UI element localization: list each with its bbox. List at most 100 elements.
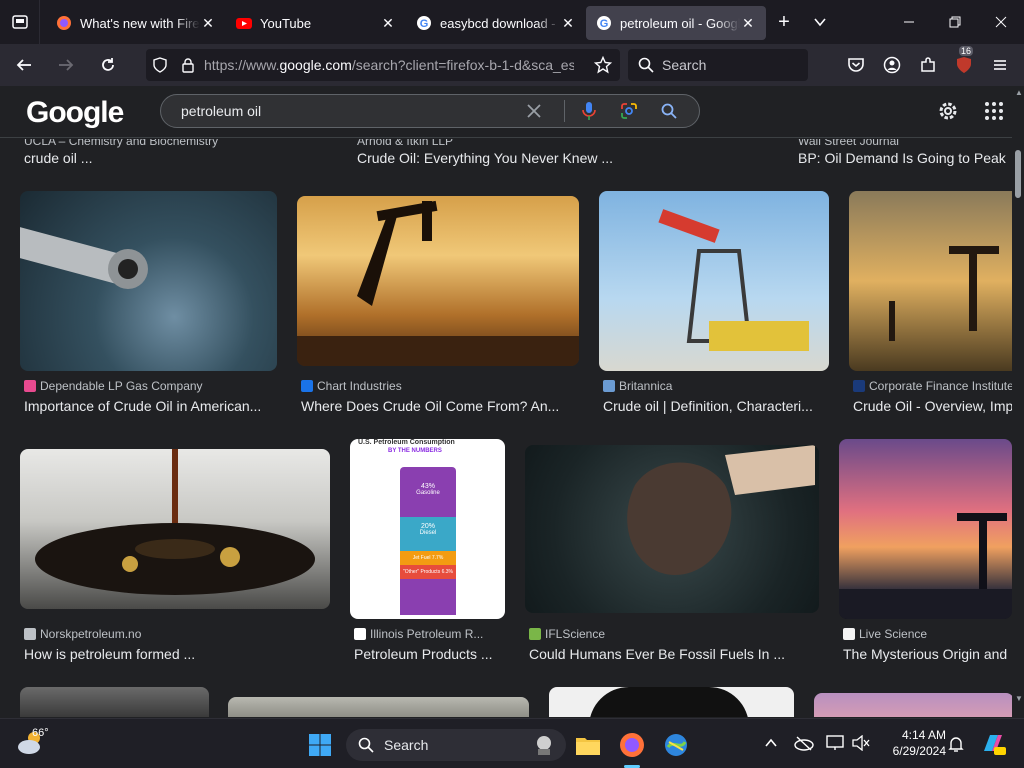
result-title[interactable]: Could Humans Ever Be Fossil Fuels In ... bbox=[529, 646, 819, 662]
result-source: Britannica bbox=[619, 379, 673, 393]
search-submit-button[interactable] bbox=[659, 101, 679, 121]
url-text[interactable]: https://www.google.com/search?client=fir… bbox=[204, 57, 574, 73]
pocket-button[interactable] bbox=[845, 54, 867, 76]
google-logo[interactable]: Google bbox=[26, 96, 124, 130]
infographic-heading: U.S. Petroleum Consumption bbox=[358, 439, 455, 446]
tab-whats-new[interactable]: What's new with Firefox ✕ bbox=[46, 6, 226, 40]
result-source: IFLScience bbox=[545, 627, 606, 641]
google-search-box[interactable]: petroleum oil bbox=[160, 94, 700, 128]
result-source[interactable]: Wall Street Journal bbox=[798, 139, 899, 148]
volume-button[interactable] bbox=[852, 734, 870, 756]
network-button[interactable] bbox=[826, 735, 844, 756]
tab-title: petroleum oil - Google bbox=[620, 15, 740, 31]
restore-icon bbox=[949, 16, 961, 28]
partial-result-thumbnail[interactable] bbox=[228, 697, 529, 717]
extensions-button[interactable] bbox=[917, 54, 939, 76]
list-all-tabs-button[interactable] bbox=[802, 0, 838, 44]
result-thumbnail[interactable] bbox=[297, 196, 579, 366]
source-favicon bbox=[843, 628, 855, 640]
result-title[interactable]: Petroleum Products ... bbox=[354, 646, 504, 662]
lock-icon[interactable] bbox=[180, 57, 196, 73]
partial-result-thumbnail[interactable] bbox=[814, 693, 1012, 717]
shield-icon[interactable] bbox=[152, 57, 168, 73]
weather-widget[interactable]: 66° bbox=[16, 727, 50, 759]
result-title[interactable]: Crude Oil: Everything You Never Knew ... bbox=[357, 150, 613, 166]
result-source[interactable]: Arnold & Itkin LLP bbox=[357, 139, 453, 148]
infographic-thumbnail[interactable]: U.S. Petroleum Consumption BY THE NUMBER… bbox=[350, 439, 505, 619]
new-tab-button[interactable]: + bbox=[766, 0, 802, 44]
google-header: Google petroleum oil bbox=[0, 86, 1012, 138]
onedrive-button[interactable] bbox=[794, 735, 814, 756]
minimize-button[interactable] bbox=[886, 0, 932, 44]
result-thumbnail[interactable] bbox=[20, 191, 277, 371]
voice-search-button[interactable] bbox=[579, 101, 599, 121]
restore-button[interactable] bbox=[932, 0, 978, 44]
url-domain: google.com bbox=[279, 57, 352, 73]
result-title[interactable]: crude oil ... bbox=[24, 150, 92, 166]
scrollbar-thumb[interactable] bbox=[1015, 150, 1021, 198]
tab-title: What's new with Firefox bbox=[80, 15, 200, 31]
tab-petroleum-oil[interactable]: G petroleum oil - Google ✕ bbox=[586, 6, 766, 40]
folder-icon bbox=[576, 738, 600, 755]
ublock-extension-button[interactable]: 16 bbox=[953, 46, 975, 76]
result-thumbnail[interactable] bbox=[525, 445, 819, 613]
diesel-pct: 20% bbox=[420, 523, 435, 530]
mapping-app-button[interactable] bbox=[658, 727, 694, 763]
page-scrollbar[interactable]: ▲ ▼ bbox=[1012, 86, 1024, 718]
url-prefix: https://www. bbox=[204, 57, 280, 73]
result-thumbnail[interactable] bbox=[599, 191, 829, 371]
app-menu-button[interactable] bbox=[989, 54, 1011, 76]
result-title[interactable]: Where Does Crude Oil Come From? An... bbox=[301, 398, 581, 414]
address-bar[interactable]: https://www.google.com/search?client=fir… bbox=[146, 49, 620, 81]
result-title[interactable]: Crude oil | Definition, Characteri... bbox=[603, 398, 829, 414]
account-button[interactable] bbox=[881, 54, 903, 76]
scroll-down-arrow-icon[interactable]: ▼ bbox=[1015, 694, 1023, 703]
bookmark-star-icon[interactable] bbox=[594, 56, 612, 74]
close-icon[interactable]: ✕ bbox=[560, 15, 576, 31]
close-window-button[interactable] bbox=[978, 0, 1024, 44]
settings-button[interactable] bbox=[936, 99, 960, 128]
start-button[interactable] bbox=[302, 727, 338, 763]
copilot-button[interactable] bbox=[980, 731, 1006, 762]
show-hidden-icons-button[interactable] bbox=[764, 736, 778, 755]
tab-youtube[interactable]: YouTube ✕ bbox=[226, 6, 406, 40]
result-title[interactable]: Crude Oil - Overview, Imp bbox=[853, 398, 1012, 414]
firefox-icon bbox=[57, 16, 71, 30]
scroll-up-arrow-icon[interactable]: ▲ bbox=[1015, 88, 1023, 97]
partial-result-thumbnail[interactable] bbox=[20, 687, 209, 717]
taskbar-search[interactable]: Search bbox=[346, 729, 566, 761]
back-button[interactable] bbox=[6, 49, 42, 81]
close-icon[interactable]: ✕ bbox=[740, 15, 756, 31]
search-query[interactable]: petroleum oil bbox=[181, 103, 524, 119]
result-title[interactable]: BP: Oil Demand Is Going to Peak bbox=[798, 150, 1006, 166]
firefox-view-button[interactable] bbox=[0, 0, 40, 44]
firefox-taskbar-button[interactable] bbox=[614, 727, 650, 768]
search-bar[interactable]: Search bbox=[628, 49, 808, 81]
close-icon[interactable]: ✕ bbox=[380, 15, 396, 31]
cloud-offline-icon bbox=[794, 736, 814, 751]
result-thumbnail[interactable] bbox=[849, 191, 1012, 371]
speaker-muted-icon bbox=[852, 734, 870, 752]
reload-button[interactable] bbox=[90, 49, 126, 81]
clear-search-button[interactable] bbox=[524, 101, 544, 121]
result-thumbnail[interactable] bbox=[839, 439, 1012, 619]
result-thumbnail[interactable] bbox=[20, 449, 330, 609]
tab-easybcd[interactable]: G easybcd download - Google ✕ bbox=[406, 6, 586, 40]
google-apps-button[interactable] bbox=[984, 101, 1004, 126]
partial-result-thumbnail[interactable] bbox=[549, 687, 794, 717]
oil-pipe-image bbox=[20, 225, 148, 289]
extension-badge: 16 bbox=[959, 46, 974, 56]
result-title[interactable]: The Mysterious Origin and bbox=[843, 646, 1012, 662]
lens-search-button[interactable] bbox=[619, 101, 639, 121]
source-favicon bbox=[354, 628, 366, 640]
close-icon[interactable]: ✕ bbox=[200, 15, 216, 31]
result-title[interactable]: How is petroleum formed ... bbox=[24, 646, 324, 662]
result-source[interactable]: UCLA – Chemistry and Biochemistry bbox=[24, 139, 218, 148]
result-title[interactable]: Importance of Crude Oil in American... bbox=[24, 398, 279, 414]
result-source: Illinois Petroleum R... bbox=[370, 627, 484, 641]
system-clock[interactable]: 4:14 AM 6/29/2024 bbox=[876, 727, 946, 759]
file-explorer-button[interactable] bbox=[570, 727, 606, 763]
forward-button[interactable] bbox=[48, 49, 84, 81]
plus-icon: + bbox=[778, 10, 790, 33]
notifications-button[interactable] bbox=[948, 735, 964, 758]
